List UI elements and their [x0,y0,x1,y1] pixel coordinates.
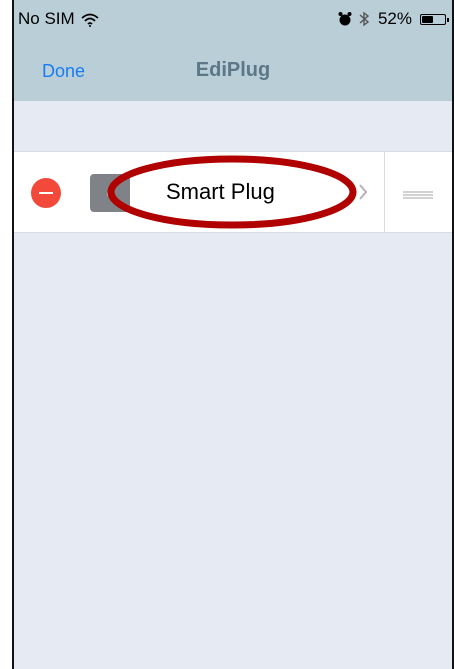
list-item-label: Smart Plug [166,179,275,204]
battery-percent: 52% [377,9,412,28]
list-item[interactable]: Smart Plug [14,151,452,233]
battery-icon [420,13,449,25]
plug-icon [90,174,130,212]
delete-icon[interactable] [31,178,61,208]
battery-nub [447,17,449,22]
navigation-bar: Done EdiPlug [14,43,452,101]
carrier-label: No SIM [18,9,75,28]
status-left: No SIM [18,9,99,29]
row-divider [384,152,385,232]
bluetooth-icon [358,11,372,27]
reorder-icon[interactable] [403,187,433,199]
wifi-icon [81,12,99,27]
plug-dot [107,191,113,197]
status-right: 52% [338,9,449,29]
phone-screen: No SIM 52% Done EdiPlug Smart Plug [12,0,454,669]
chevron-right-icon[interactable] [358,183,368,201]
status-bar: No SIM 52% [14,0,452,43]
battery-fill [422,15,433,23]
alarm-icon [338,11,352,27]
page-title: EdiPlug [195,59,271,81]
